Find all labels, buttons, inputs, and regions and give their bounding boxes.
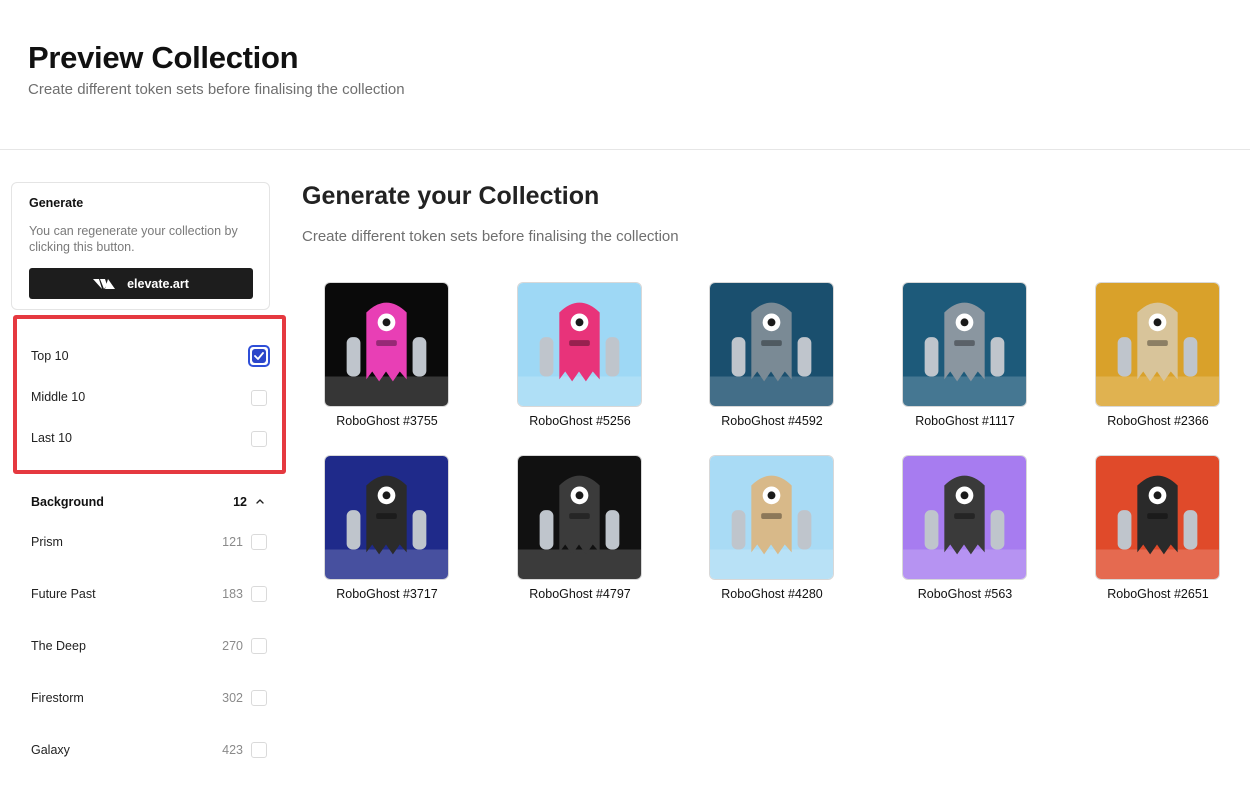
elevate-art-label: elevate.art: [127, 276, 189, 291]
option-count: 121: [222, 535, 243, 549]
page-header: Preview Collection Create different toke…: [0, 0, 1250, 150]
token-image[interactable]: [709, 455, 834, 580]
token-name: RoboGhost #4797: [529, 587, 631, 601]
option-count: 423: [222, 743, 243, 757]
token-image[interactable]: [902, 282, 1027, 407]
background-option-future-past[interactable]: Future Past 183: [31, 582, 271, 606]
option-count: 183: [222, 587, 243, 601]
option-label: Future Past: [31, 587, 96, 601]
checkbox-firestorm[interactable]: [251, 690, 267, 706]
token-image[interactable]: [1095, 455, 1220, 580]
token-name: RoboGhost #4280: [721, 587, 823, 601]
filter-label: Top 10: [31, 349, 69, 363]
token-image[interactable]: [902, 455, 1027, 580]
elevate-art-button[interactable]: elevate.art: [29, 268, 253, 299]
token-name: RoboGhost #3717: [336, 587, 438, 601]
token-image[interactable]: [324, 282, 449, 407]
checkbox-the-deep[interactable]: [251, 638, 267, 654]
collection-subtitle: Create different token sets before final…: [302, 228, 679, 245]
generate-title: Generate: [29, 196, 84, 210]
filter-middle-10[interactable]: Middle 10: [31, 385, 271, 409]
background-filter-label: Background: [31, 495, 104, 509]
checkmark-icon: [252, 349, 266, 363]
option-label: Galaxy: [31, 743, 70, 757]
background-option-prism[interactable]: Prism 121: [31, 530, 271, 554]
token-image[interactable]: [1095, 282, 1220, 407]
token-name: RoboGhost #563: [917, 587, 1013, 601]
background-option-galaxy[interactable]: Galaxy 423: [31, 738, 271, 762]
option-label: Prism: [31, 535, 63, 549]
token-name: RoboGhost #2651: [1107, 587, 1209, 601]
filter-top-10[interactable]: Top 10: [31, 344, 271, 368]
filter-label: Last 10: [31, 431, 73, 445]
option-label: Firestorm: [31, 691, 84, 705]
checkbox-top-10[interactable]: [248, 345, 270, 367]
page-subtitle: Create different token sets before final…: [28, 81, 405, 98]
checkbox-future-past[interactable]: [251, 586, 267, 602]
background-option-the-deep[interactable]: The Deep 270: [31, 634, 271, 658]
elevate-logo-icon: [93, 278, 116, 289]
checkbox-prism[interactable]: [251, 534, 267, 550]
token-image[interactable]: [517, 455, 642, 580]
token-name: RoboGhost #3755: [336, 414, 438, 428]
generate-description: You can regenerate your collection by cl…: [29, 224, 238, 254]
collection-title: Generate your Collection: [302, 182, 600, 210]
token-image[interactable]: [517, 282, 642, 407]
chevron-up-icon: [256, 499, 264, 504]
option-label: The Deep: [31, 639, 86, 653]
token-image[interactable]: [324, 455, 449, 580]
checkbox-last-10[interactable]: [251, 431, 267, 447]
checkbox-galaxy[interactable]: [251, 742, 267, 758]
option-count: 270: [222, 639, 243, 653]
option-count: 302: [222, 691, 243, 705]
background-filter-header[interactable]: Background 12: [31, 490, 271, 514]
token-name: RoboGhost #5256: [529, 414, 631, 428]
background-filter-count: 12: [233, 495, 247, 509]
page-title: Preview Collection: [28, 40, 299, 75]
token-name: RoboGhost #4592: [721, 414, 823, 428]
generate-card: Generate You can regenerate your collect…: [11, 182, 270, 310]
token-name: RoboGhost #2366: [1107, 414, 1209, 428]
checkbox-middle-10[interactable]: [251, 390, 267, 406]
token-image[interactable]: [709, 282, 834, 407]
filter-last-10[interactable]: Last 10: [31, 426, 271, 450]
filter-label: Middle 10: [31, 390, 86, 404]
token-name: RoboGhost #1117: [915, 414, 1015, 428]
background-option-firestorm[interactable]: Firestorm 302: [31, 686, 271, 710]
